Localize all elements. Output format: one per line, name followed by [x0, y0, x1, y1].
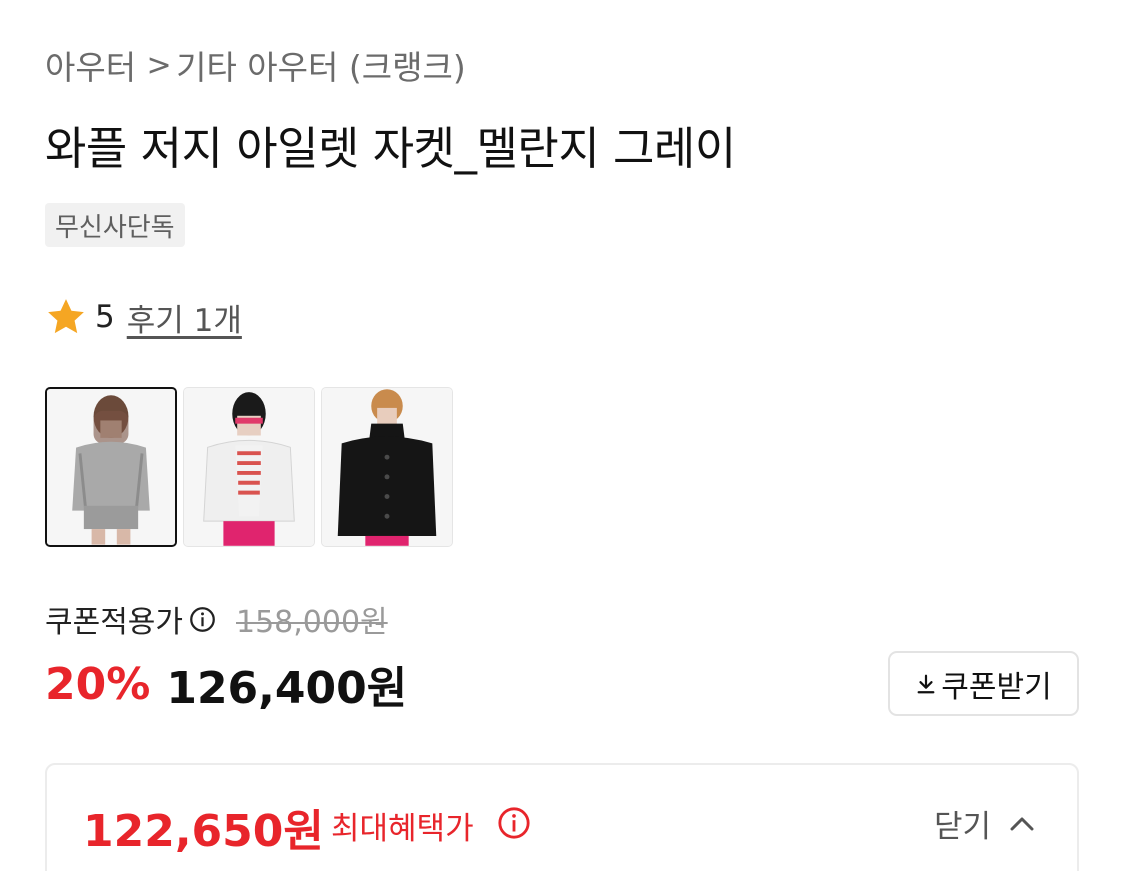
coupon-price-label: 쿠폰적용가 — [45, 605, 183, 640]
exclusive-badge: 무신사단독 — [45, 203, 185, 247]
collapse-button[interactable]: 닫기 — [934, 801, 1037, 846]
thumbnail-grey-jacket[interactable] — [45, 387, 177, 547]
breadcrumb-separator: > — [146, 47, 172, 83]
max-benefit-card: 122,650원 최대혜택가 닫기 — [45, 763, 1079, 871]
thumbnail-gallery — [45, 387, 453, 547]
discount-rate: 20% — [45, 658, 151, 710]
star-icon — [48, 299, 84, 334]
chevron-up-icon — [1010, 817, 1034, 830]
info-icon[interactable] — [189, 606, 216, 633]
reviews-link[interactable]: 후기 1개 — [127, 295, 242, 340]
breadcrumb-category[interactable]: 아우터 — [45, 41, 136, 89]
rating-score: 5 — [95, 299, 115, 335]
rating-row: 5 후기 1개 — [45, 293, 242, 341]
breadcrumb: 아우터 > 기타 아우터 (크랭크) — [45, 40, 466, 90]
sale-price: 126,400원 — [166, 663, 408, 714]
max-benefit-price: 122,650원 — [83, 806, 324, 857]
max-benefit-label: 최대혜택가 — [331, 811, 474, 847]
original-price: 158,000원 — [236, 605, 388, 640]
grey-jacket-image — [47, 389, 175, 545]
white-jacket-image — [184, 388, 314, 546]
get-coupon-button[interactable]: 쿠폰받기 — [888, 651, 1079, 716]
collapse-label: 닫기 — [933, 809, 991, 845]
product-title: 와플 저지 아일렛 자켓_멜란지 그레이 — [45, 122, 736, 175]
download-icon — [917, 674, 935, 693]
black-jacket-image — [322, 388, 452, 546]
coupon-price-row: 쿠폰적용가 158,000원 — [45, 596, 388, 642]
info-icon[interactable] — [497, 806, 531, 840]
product-detail-page: 아우터 > 기타 아우터 (크랭크) 와플 저지 아일렛 자켓_멜란지 그레이 … — [0, 0, 1125, 871]
sale-price-row: 20% 126,400원 — [45, 652, 407, 716]
thumbnail-black-jacket[interactable] — [321, 387, 453, 547]
breadcrumb-subcategory[interactable]: 기타 아우터 (크랭크) — [176, 41, 466, 89]
thumbnail-white-jacket[interactable] — [183, 387, 315, 547]
get-coupon-label: 쿠폰받기 — [941, 669, 1052, 705]
